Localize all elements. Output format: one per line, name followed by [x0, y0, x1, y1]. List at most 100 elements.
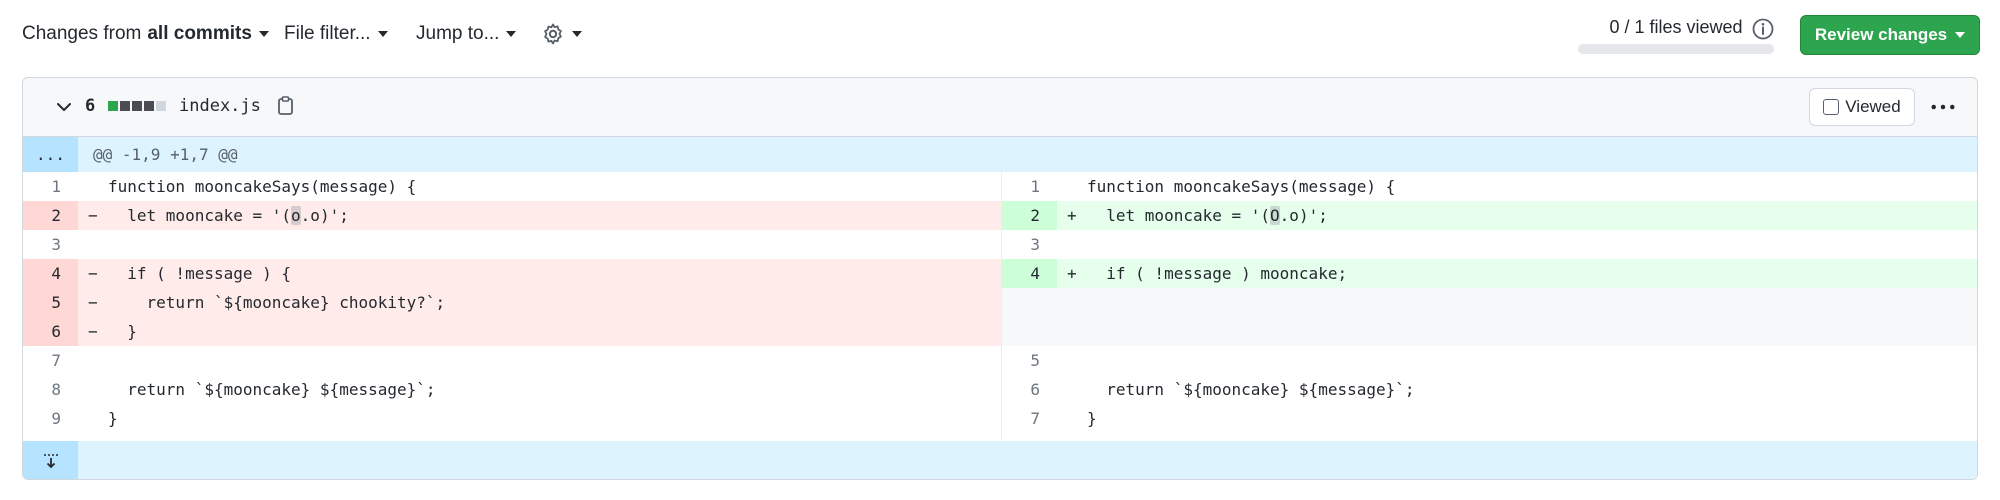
- diff-line: [1002, 317, 1977, 346]
- diff-sign: [1067, 172, 1087, 201]
- line-number[interactable]: 2: [1002, 201, 1057, 230]
- review-changes-label: Review changes: [1814, 25, 1948, 44]
- changes-scope-label: all commits: [147, 23, 252, 44]
- diff-sign: +: [1067, 264, 1077, 283]
- line-number[interactable]: 6: [23, 317, 78, 346]
- diff-sign: [88, 172, 108, 201]
- code-text: }: [108, 409, 118, 428]
- diff-line: 5− return `${mooncake} chookity?`;: [23, 288, 1001, 317]
- word-change-highlight: O: [1270, 206, 1280, 225]
- hunk-header-row: ... @@ -1,9 +1,7 @@: [23, 137, 1977, 172]
- jump-to-dropdown[interactable]: Jump to...: [416, 20, 517, 48]
- chevron-down-icon[interactable]: [53, 96, 75, 118]
- diff-line: 3: [23, 230, 1001, 259]
- line-number[interactable]: 4: [1002, 259, 1057, 288]
- line-number[interactable]: 2: [23, 201, 78, 230]
- expand-down-icon: [43, 454, 58, 469]
- diff-sign: −: [88, 293, 98, 312]
- diff-line: 1 function mooncakeSays(message) {: [23, 172, 1001, 201]
- line-number[interactable]: 6: [1002, 375, 1057, 404]
- info-icon[interactable]: [1751, 17, 1775, 41]
- line-number[interactable]: 8: [23, 375, 78, 404]
- code-text: function mooncakeSays(message) {: [1087, 177, 1396, 196]
- files-viewed-bar: [1578, 44, 1774, 54]
- caret-down-icon: [258, 31, 269, 37]
- line-number[interactable]: [1002, 317, 1057, 346]
- review-changes-button[interactable]: Review changes: [1800, 15, 1980, 55]
- line-number[interactable]: 7: [1002, 404, 1057, 433]
- diff-line: 9}: [23, 404, 1001, 433]
- viewed-label: Viewed: [1845, 97, 1901, 116]
- diff-line: 3: [1002, 230, 1977, 259]
- code-segment: let mooncake = '(: [108, 206, 292, 225]
- line-number[interactable]: 5: [23, 288, 78, 317]
- copy-icon[interactable]: [275, 95, 297, 117]
- kebab-horizontal-icon[interactable]: [1929, 94, 1957, 120]
- diff-sign: [1067, 375, 1087, 404]
- diff-left-side: 1 function mooncakeSays(message) {2− let …: [23, 172, 1001, 441]
- code-segment: .o)';: [1279, 206, 1328, 225]
- expand-up-button[interactable]: ...: [23, 137, 78, 172]
- line-number[interactable]: 9: [23, 404, 78, 433]
- diff-line: 1 function mooncakeSays(message) {: [1002, 172, 1977, 201]
- diff-sign: [1067, 230, 1087, 259]
- files-viewed-label: 0 / 1 files viewed: [1609, 17, 1743, 37]
- diff-sign: [88, 404, 108, 433]
- diff-line: 2 + let mooncake = '(O.o)';: [1002, 201, 1977, 230]
- word-change-highlight: o: [291, 206, 301, 225]
- changes-from-dropdown[interactable]: Changes from all commits: [22, 20, 269, 48]
- line-number[interactable]: 7: [23, 346, 78, 375]
- diff-line: 4− if ( !message ) {: [23, 259, 1001, 288]
- diff-sign: [88, 346, 108, 375]
- diff-sign: [88, 375, 108, 404]
- files-viewed-progress: 0 / 1 files viewed: [1578, 17, 1774, 54]
- hunk-header: @@ -1,9 +1,7 @@: [93, 145, 238, 164]
- diff-line: 4 + if ( !message ) mooncake;: [1002, 259, 1977, 288]
- code-text: }: [108, 322, 137, 341]
- line-number[interactable]: 4: [23, 259, 78, 288]
- diff-line: 6 return `${mooncake} ${message}`;: [1002, 375, 1977, 404]
- line-number[interactable]: 1: [23, 172, 78, 201]
- diffstat-block: [144, 101, 154, 111]
- diffstat: [108, 101, 166, 111]
- expand-down-button[interactable]: [23, 441, 78, 479]
- file-diff: 6 index.js Viewed ... @@ -1,9 +1,7 @@ 1 …: [22, 77, 1978, 480]
- file-filter-label: File filter...: [284, 23, 371, 44]
- viewed-checkbox-button[interactable]: Viewed: [1809, 88, 1915, 126]
- line-number[interactable]: 3: [1002, 230, 1057, 259]
- unfold-icon: ...: [36, 145, 65, 164]
- code-segment: .o)';: [300, 206, 349, 225]
- code-text: let mooncake = '(O.o)';: [1087, 201, 1977, 230]
- line-number[interactable]: [1002, 288, 1057, 317]
- diff-sign: −: [88, 264, 98, 283]
- code-segment: let mooncake = '(: [1087, 206, 1271, 225]
- diffstat-block: [120, 101, 130, 111]
- file-filter-dropdown[interactable]: File filter...: [284, 20, 388, 48]
- line-number[interactable]: 3: [23, 230, 78, 259]
- code-text: }: [1087, 409, 1097, 428]
- diff-sign: [88, 230, 108, 259]
- diff-toolbar: Changes from all commits File filter... …: [0, 0, 2000, 70]
- diff-sign: [1067, 346, 1087, 375]
- viewed-checkbox[interactable]: [1823, 99, 1840, 115]
- code-text: if ( !message ) mooncake;: [1087, 264, 1348, 283]
- line-number[interactable]: 1: [1002, 172, 1057, 201]
- caret-down-icon: [506, 31, 517, 37]
- file-name-link[interactable]: index.js: [179, 96, 261, 116]
- jump-to-label: Jump to...: [416, 23, 500, 44]
- diff-sign: −: [88, 322, 98, 341]
- hunk-footer-row: [23, 441, 1977, 479]
- file-header: 6 index.js Viewed: [23, 78, 1977, 137]
- diff-line: 2− let mooncake = '(o.o)';: [23, 201, 1001, 230]
- gear-icon: [544, 23, 562, 45]
- diff-sign: [1067, 288, 1087, 317]
- change-count: 6: [85, 96, 96, 116]
- diff-right-side: 1 function mooncakeSays(message) {2 + let …: [1001, 172, 1977, 441]
- diffstat-block: [132, 101, 142, 111]
- diff-settings-dropdown[interactable]: [541, 20, 582, 48]
- line-number[interactable]: 5: [1002, 346, 1057, 375]
